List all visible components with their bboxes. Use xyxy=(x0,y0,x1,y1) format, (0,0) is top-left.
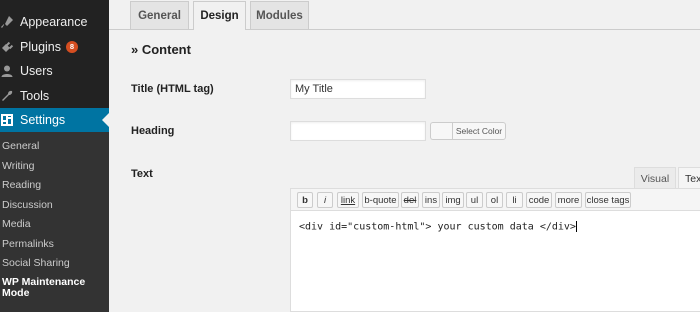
menu-label: Appearance xyxy=(20,15,88,29)
menu-label: Settings xyxy=(20,113,66,127)
settings-submenu: General Writing Reading Discussion Media… xyxy=(0,132,109,312)
page: Appearance Plugins 8 Users Tools Setting… xyxy=(0,0,700,312)
qt-link-button[interactable]: link xyxy=(337,192,359,208)
qt-li-button[interactable]: li xyxy=(506,192,523,208)
qt-bold-button[interactable]: b xyxy=(297,192,313,208)
heading-input[interactable] xyxy=(290,121,426,141)
text-editor-area[interactable]: <div id="custom-html"> your custom data … xyxy=(290,210,700,312)
settings-icon xyxy=(0,113,14,127)
paintbrush-icon xyxy=(0,15,14,29)
menu-item-appearance[interactable]: Appearance xyxy=(0,10,109,34)
select-color-button[interactable]: Select Color xyxy=(452,122,506,140)
admin-sidebar: Appearance Plugins 8 Users Tools Setting… xyxy=(0,0,109,312)
editor-content: <div id="custom-html"> your custom data … xyxy=(299,221,576,233)
menu-item-settings[interactable]: Settings xyxy=(0,108,109,132)
text-caret xyxy=(575,221,577,232)
editor-content-line: <div id="custom-html"> your custom data … xyxy=(299,221,577,233)
submenu-item-reading[interactable]: Reading xyxy=(2,179,41,191)
title-input[interactable]: My Title xyxy=(290,79,426,99)
submenu-item-general[interactable]: General xyxy=(2,140,39,152)
section-title: » Content xyxy=(131,42,191,57)
qt-code-button[interactable]: code xyxy=(526,192,552,208)
menu-item-users[interactable]: Users xyxy=(0,59,109,83)
tab-design[interactable]: Design xyxy=(193,1,246,30)
qt-img-button[interactable]: img xyxy=(442,192,464,208)
qt-italic-button[interactable]: i xyxy=(317,192,333,208)
submenu-item-discussion[interactable]: Discussion xyxy=(2,199,53,211)
menu-item-tools[interactable]: Tools xyxy=(0,84,109,108)
user-icon xyxy=(0,64,14,78)
menu-label: Plugins xyxy=(20,40,61,54)
qt-blockquote-button[interactable]: b-quote xyxy=(362,192,399,208)
tab-general[interactable]: General xyxy=(130,1,189,29)
menu-label: Users xyxy=(20,64,53,78)
qt-more-button[interactable]: more xyxy=(555,192,582,208)
submenu-item-media[interactable]: Media xyxy=(2,218,31,230)
qt-ins-button[interactable]: ins xyxy=(422,192,440,208)
title-field-label: Title (HTML tag) xyxy=(131,83,214,95)
submenu-item-wp-maintenance-mode[interactable]: WP Maintenance Mode xyxy=(2,277,102,299)
qt-close-tags-button[interactable]: close tags xyxy=(585,192,631,208)
submenu-item-writing[interactable]: Writing xyxy=(2,160,34,172)
menu-item-plugins[interactable]: Plugins 8 xyxy=(0,35,109,59)
qt-ul-button[interactable]: ul xyxy=(466,192,483,208)
wrench-icon xyxy=(0,89,14,103)
quicktags-toolbar: b i link b-quote del ins img ul ol li co… xyxy=(290,188,700,210)
qt-del-button[interactable]: del xyxy=(401,192,419,208)
submenu-item-permalinks[interactable]: Permalinks xyxy=(2,238,54,250)
menu-label: Tools xyxy=(20,89,50,103)
text-field-label: Text xyxy=(131,168,153,180)
tab-modules[interactable]: Modules xyxy=(250,1,309,29)
plugin-icon xyxy=(0,40,14,54)
qt-ol-button[interactable]: ol xyxy=(486,192,503,208)
editor-tab-visual[interactable]: Visual xyxy=(634,167,676,189)
submenu-item-social-sharing[interactable]: Social Sharing xyxy=(2,257,70,269)
heading-field-label: Heading xyxy=(131,125,175,137)
update-count-badge: 8 xyxy=(66,41,78,53)
color-swatch[interactable] xyxy=(430,122,452,140)
editor-tab-text[interactable]: Text xyxy=(678,167,700,189)
